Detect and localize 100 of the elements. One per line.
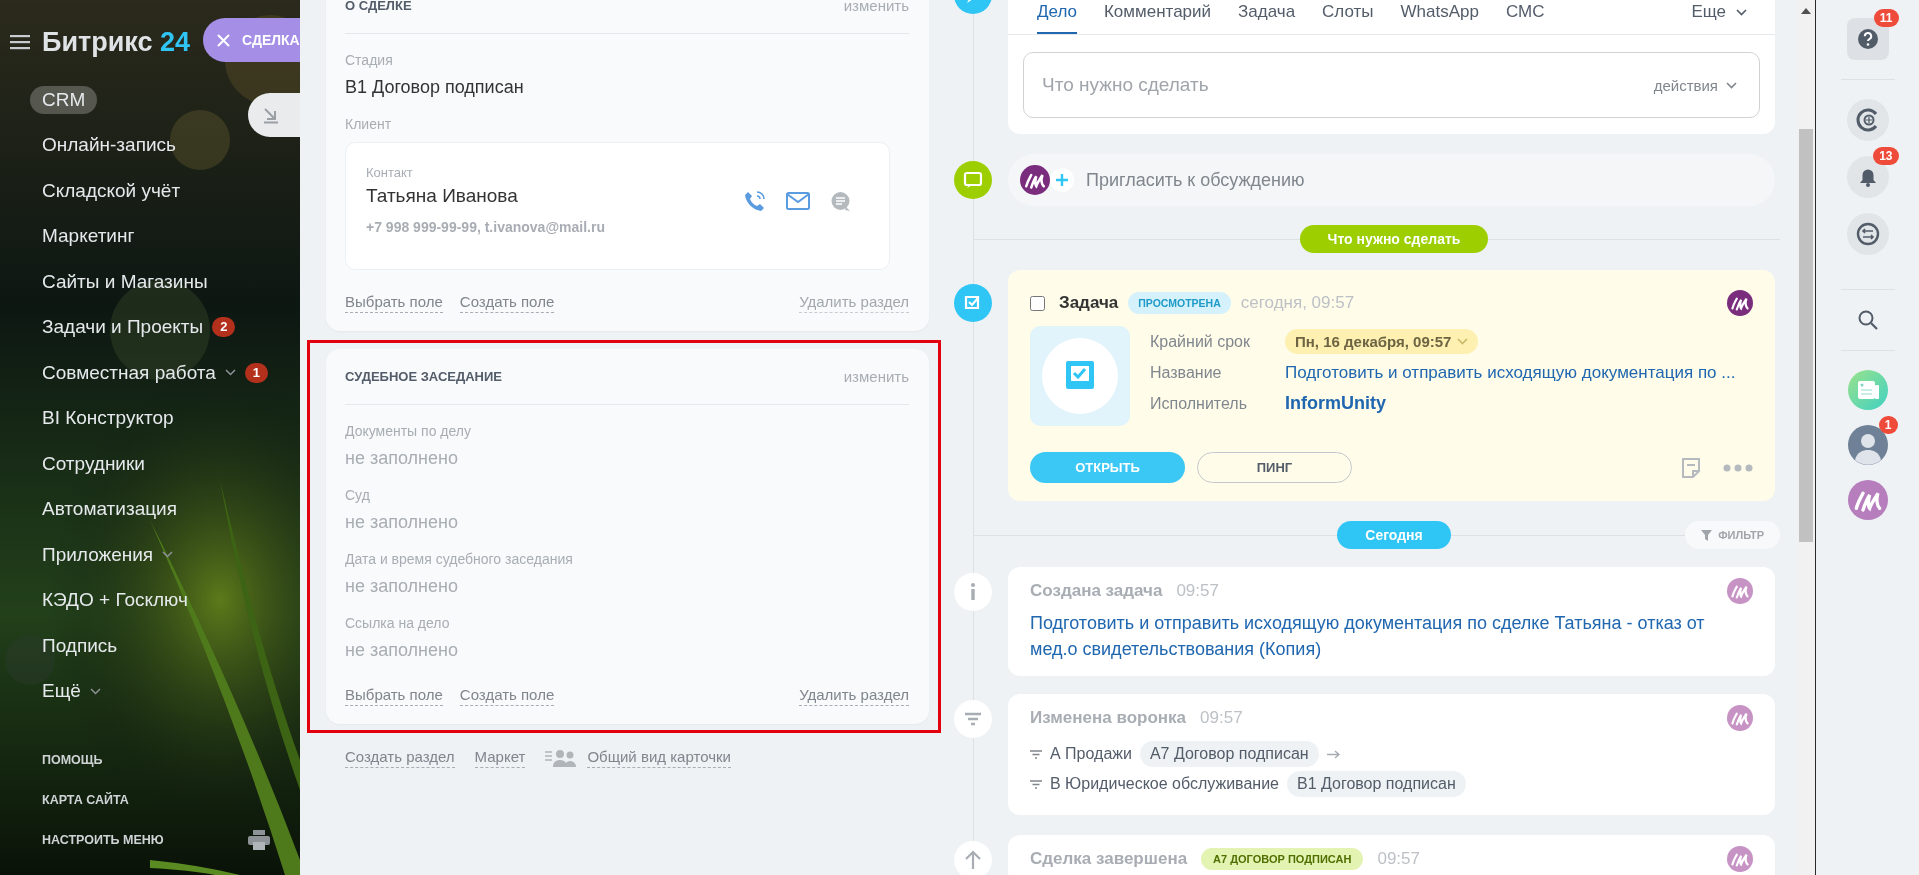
funnel-icon (1030, 779, 1042, 789)
people-icon (545, 748, 578, 767)
sidebar-item[interactable]: Сайты и Магазины (42, 267, 208, 296)
timestamp: 09:57 (1377, 849, 1420, 869)
date-pill: Что нужно сделать (1299, 225, 1489, 253)
more-tab[interactable]: Еще (1691, 0, 1747, 34)
field-label: Ссылка на дело (345, 614, 451, 633)
count-badge: 13 (1873, 147, 1899, 165)
sidebar-item[interactable]: Задачи и Проекты 2 (42, 313, 236, 342)
logo[interactable]: Битрикс 24 (42, 26, 191, 58)
task-illustration-icon (1030, 326, 1130, 426)
avatar-icon (1020, 165, 1050, 195)
phone-icon[interactable] (744, 190, 766, 212)
task-icon (954, 284, 992, 322)
event-title: Создана задача (1030, 581, 1163, 601)
funnel-icon (1030, 749, 1042, 759)
task-link[interactable]: Подготовить и отправить исходящую документация по сделке Татьяна - отказ от мед.о свидетельствования (Копия) (1030, 610, 1750, 662)
section-title: О СДЕЛКЕ (345, 0, 412, 14)
sidebar-item[interactable]: Автоматизация (42, 495, 177, 524)
field-label: Исполнитель (1150, 394, 1248, 413)
copilot-icon[interactable] (1846, 99, 1889, 141)
info-icon (954, 573, 992, 611)
avatar-icon (1727, 290, 1753, 316)
task-link[interactable]: Подготовить и отправить исходящую документация по ... (1285, 362, 1736, 383)
tab[interactable]: Задача (1238, 0, 1296, 34)
sidebar-item[interactable]: Подпись (42, 631, 118, 660)
assignee-link[interactable]: InformUnity (1285, 393, 1386, 414)
printer-icon[interactable] (248, 830, 270, 850)
input-field[interactable]: Что нужно сделать действия (1023, 52, 1760, 118)
field-value: не заполнено (345, 575, 459, 598)
collapse-icon (262, 106, 280, 124)
menu-icon[interactable] (10, 34, 30, 50)
count-badge: 1 (1878, 416, 1898, 434)
field-label: Документы по делу (345, 422, 472, 441)
event-title: Изменена воронка (1030, 708, 1187, 728)
count-badge: 11 (1873, 9, 1899, 27)
timestamp: 09:57 (1176, 581, 1219, 601)
sidebar-item[interactable]: КЭДО + Госключ (42, 586, 188, 615)
arrow-up-icon (954, 841, 992, 875)
avatar-icon (1727, 578, 1753, 604)
stage-tag: А7 Договор подписан (1139, 741, 1319, 767)
field-value: не заполнено (345, 447, 459, 470)
date-pill: Сегодня (1337, 521, 1451, 549)
funnel-icon (954, 700, 992, 738)
chat-icon (954, 161, 992, 199)
field-value: В1 Договор подписан (345, 76, 525, 99)
action-link[interactable]: Удалить раздел (799, 685, 909, 706)
minimize-button[interactable] (248, 93, 300, 137)
checkbox[interactable] (1030, 295, 1045, 311)
sidebar-item[interactable]: BI Конструктор (42, 404, 174, 433)
actions-dropdown[interactable]: действия (1653, 76, 1737, 94)
action-link[interactable]: Выбрать поле (345, 292, 443, 313)
sidebar-item[interactable]: Приложения (42, 540, 174, 569)
sidebar-item[interactable]: Маркетинг (42, 222, 135, 251)
scroll-thumb[interactable] (1799, 129, 1813, 542)
funnel-name: В Юридическое обслуживание (1050, 775, 1279, 793)
tab[interactable]: Слоты (1322, 0, 1374, 34)
contact-name[interactable]: Татьяна Иванова (366, 183, 744, 209)
field-value: не заполнено (345, 511, 459, 534)
close-icon (217, 33, 230, 47)
sidebar-item[interactable]: Совместная работа 1 (42, 358, 269, 387)
sidebar-item[interactable]: Сотрудники (42, 449, 145, 478)
field-label: Название (1150, 363, 1223, 382)
contact-caption: Контакт (366, 165, 414, 181)
scroll-up-icon[interactable] (1801, 8, 1811, 14)
tab[interactable]: СМС (1506, 0, 1545, 34)
status-badge: ПРОСМОТРЕНА (1128, 292, 1231, 314)
invite-text: Пригласить к обсуждению (1086, 169, 1305, 191)
footer-link[interactable]: НАСТРОИТЬ МЕНЮ (42, 830, 164, 850)
funnel-name: А Продажи (1050, 745, 1132, 763)
stage-tag: В1 Договор подписан (1287, 771, 1466, 797)
tab[interactable]: WhatsApp (1400, 0, 1479, 34)
sidebar-item[interactable]: Ещё (42, 677, 101, 706)
tab[interactable]: Дело (1037, 0, 1077, 34)
footer-link[interactable]: КАРТА САЙТА (42, 790, 129, 810)
chat-icon[interactable] (1846, 213, 1889, 255)
chevron-icon (1457, 338, 1469, 345)
sidebar-item[interactable]: Онлайн-запись (42, 131, 176, 160)
logo-icon[interactable] (1847, 480, 1888, 520)
filter-icon (1701, 529, 1713, 541)
sidebar-item[interactable]: Складской учёт (42, 176, 181, 205)
field-label: Клиент (345, 115, 393, 134)
tab[interactable]: Комментарий (1103, 0, 1212, 34)
action-link[interactable]: Создать поле (459, 685, 555, 706)
field-label: Дата и время судебного заседания (345, 550, 574, 569)
action-link[interactable]: Создать поле (459, 292, 555, 313)
deadline-badge[interactable]: Пн, 16 декабря, 09:57 (1285, 329, 1479, 354)
action-link[interactable]: Выбрать поле (345, 685, 443, 706)
section-title: СУДЕБНОЕ ЗАСЕДАНИЕ (345, 369, 503, 385)
field-label: Стадия (345, 51, 394, 70)
search-icon[interactable] (1856, 309, 1879, 331)
invite-bar[interactable]: Пригласить к обсуждению (1008, 154, 1775, 206)
stage-tag: А7 ДОГОВОР ПОДПИСАН (1201, 848, 1364, 870)
avatar-icon (1727, 846, 1753, 872)
task-title: Задача (1059, 293, 1119, 313)
mail-icon[interactable] (786, 192, 810, 210)
avatar-icon (1727, 705, 1753, 731)
sidebar-item[interactable]: CRM (30, 85, 98, 114)
footer-link[interactable]: ПОМОЩЬ (42, 750, 103, 770)
chevron-icon (1736, 9, 1747, 16)
